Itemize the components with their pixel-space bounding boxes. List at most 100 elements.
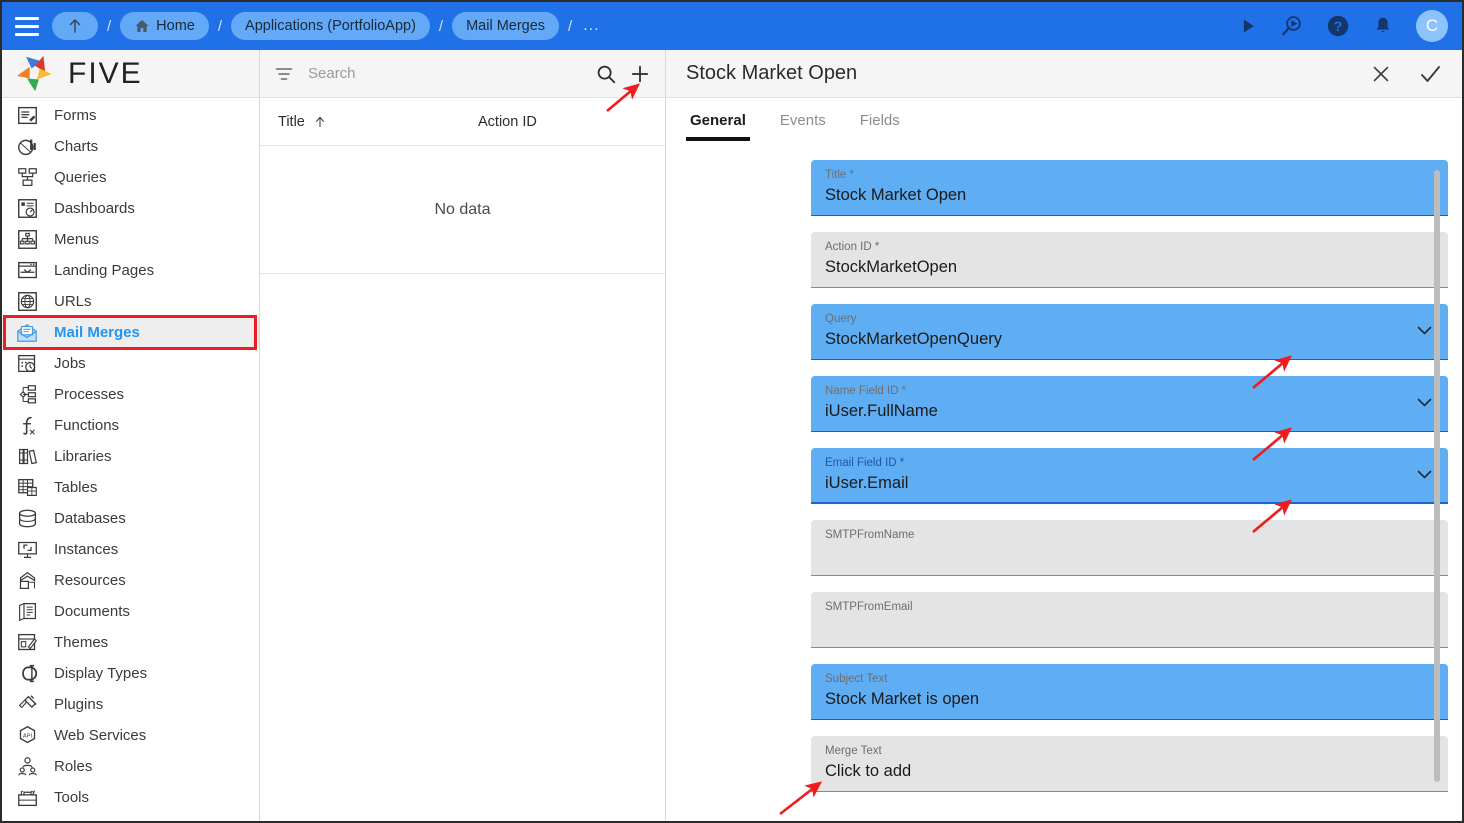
sidebar-item-display-types[interactable]: Display Types <box>2 658 259 689</box>
column-header-title[interactable]: Title <box>278 114 478 130</box>
action-id-field-value: StockMarketOpen <box>825 258 958 276</box>
tab-fields[interactable]: Fields <box>856 112 904 137</box>
detail-panel: Stock Market Open General Events Fields … <box>666 50 1462 821</box>
sidebar-item-urls[interactable]: URLs <box>2 286 259 317</box>
search-input[interactable] <box>306 64 583 83</box>
title-field-value: Stock Market Open <box>825 186 967 204</box>
list-table-header: Title Action ID <box>260 98 665 146</box>
empty-state: No data <box>260 146 665 274</box>
sidebar-item-label: Mail Merges <box>54 324 140 341</box>
charts-icon <box>14 135 40 159</box>
smtp-from-name-field[interactable]: SMTPFromName <box>811 520 1448 576</box>
sidebar-item-label: Documents <box>54 603 130 620</box>
sidebar-item-tables[interactable]: Tables <box>2 472 259 503</box>
column-header-action-id-label: Action ID <box>478 113 537 130</box>
forms-icon <box>14 104 40 128</box>
sidebar-item-charts[interactable]: Charts <box>2 131 259 162</box>
sidebar-item-web-services[interactable]: API Web Services <box>2 720 259 751</box>
sidebar-item-label: Charts <box>54 138 99 155</box>
filter-icon[interactable] <box>274 64 294 84</box>
sidebar-item-queries[interactable]: Queries <box>2 162 259 193</box>
sidebar-item-documents[interactable]: Documents <box>2 596 259 627</box>
breadcrumb-item-home[interactable]: Home <box>120 12 209 40</box>
sidebar: FIVE Forms Charts Queries Dashboards Men… <box>2 50 260 821</box>
sidebar-item-label: Themes <box>54 634 109 651</box>
sidebar-item-label: Instances <box>54 541 119 558</box>
name-field-id-value: iUser.FullName <box>825 402 938 420</box>
sidebar-item-functions[interactable]: Functions <box>2 410 259 441</box>
breadcrumb-separator: / <box>107 17 112 35</box>
name-field-id-field[interactable]: Name Field ID * iUser.FullName <box>811 376 1448 432</box>
query-field-label: Query <box>825 313 857 325</box>
documents-icon <box>14 600 40 624</box>
web-services-icon: API <box>14 724 40 748</box>
form-row-title: Title * Stock Market Open ? <box>811 160 1462 216</box>
query-field-value: StockMarketOpenQuery <box>825 330 1002 348</box>
action-id-field[interactable]: Action ID * StockMarketOpen <box>811 232 1448 288</box>
email-field-id-value: iUser.Email <box>825 474 909 492</box>
form-row-name-field-id: Name Field ID * iUser.FullName ? <box>811 376 1462 432</box>
sidebar-item-tools[interactable]: Tools <box>2 782 259 813</box>
sidebar-item-roles[interactable]: Roles <box>2 751 259 782</box>
sidebar-item-libraries[interactable]: Libraries <box>2 441 259 472</box>
detail-header-actions <box>1370 62 1442 86</box>
home-icon <box>135 20 149 32</box>
sidebar-item-databases[interactable]: Databases <box>2 503 259 534</box>
query-field[interactable]: Query StockMarketOpenQuery <box>811 304 1448 360</box>
form-row-smtp-from-email: SMTPFromEmail ? <box>811 592 1462 648</box>
app-logo[interactable]: FIVE <box>2 50 259 98</box>
form-row-subject-text: Subject Text Stock Market is open ? <box>811 664 1462 720</box>
sidebar-item-resources[interactable]: Resources <box>2 565 259 596</box>
roles-icon <box>14 755 40 779</box>
breadcrumb-item-application[interactable]: Applications (PortfolioApp) <box>231 12 430 40</box>
sidebar-item-label: Queries <box>54 169 107 186</box>
breadcrumb-overflow[interactable]: ... <box>581 17 599 35</box>
action-id-field-label: Action ID * <box>825 241 880 253</box>
merge-text-field[interactable]: Merge Text Click to add <box>811 736 1448 792</box>
close-icon[interactable] <box>1370 63 1392 85</box>
sidebar-item-mail-merges[interactable]: Mail Merges <box>2 315 259 350</box>
debug-run-icon[interactable] <box>1280 14 1304 38</box>
main-body: FIVE Forms Charts Queries Dashboards Men… <box>2 50 1462 821</box>
mail-merges-icon <box>14 321 40 345</box>
column-header-action-id[interactable]: Action ID <box>478 114 537 130</box>
sidebar-item-forms[interactable]: Forms <box>2 100 259 131</box>
run-icon[interactable] <box>1238 16 1258 36</box>
form-vertical-scrollbar[interactable] <box>1434 170 1440 782</box>
title-field[interactable]: Title * Stock Market Open <box>811 160 1448 216</box>
add-new-button[interactable] <box>629 63 651 85</box>
tables-icon <box>14 476 40 500</box>
smtp-from-email-field[interactable]: SMTPFromEmail <box>811 592 1448 648</box>
tab-events[interactable]: Events <box>776 112 830 137</box>
sidebar-item-menus[interactable]: Menus <box>2 224 259 255</box>
sidebar-item-label: Jobs <box>54 355 86 372</box>
breadcrumb-up-button[interactable] <box>52 12 98 40</box>
sidebar-item-dashboards[interactable]: Dashboards <box>2 193 259 224</box>
help-icon[interactable]: ? <box>1326 14 1350 38</box>
column-header-title-label: Title <box>278 113 305 130</box>
checkmark-icon[interactable] <box>1418 62 1442 86</box>
form-scroll-area: Title * Stock Market Open ? Action ID * … <box>666 150 1462 821</box>
breadcrumb-item-mail-merges[interactable]: Mail Merges <box>452 12 560 40</box>
subject-text-field[interactable]: Subject Text Stock Market is open <box>811 664 1448 720</box>
search-icon[interactable] <box>595 63 617 85</box>
notifications-bell-icon[interactable] <box>1372 15 1394 37</box>
sidebar-item-processes[interactable]: Processes <box>2 379 259 410</box>
sidebar-item-plugins[interactable]: Plugins <box>2 689 259 720</box>
sidebar-item-instances[interactable]: Instances <box>2 534 259 565</box>
top-bar-actions: ? C <box>1238 10 1448 42</box>
email-field-id-field[interactable]: Email Field ID * iUser.Email <box>811 448 1448 504</box>
sidebar-item-label: Forms <box>54 107 97 124</box>
breadcrumb-mail-merges-label: Mail Merges <box>466 18 546 34</box>
sidebar-nav-list: Forms Charts Queries Dashboards Menus La… <box>2 98 259 821</box>
sidebar-item-jobs[interactable]: Jobs <box>2 348 259 379</box>
name-field-id-label: Name Field ID * <box>825 385 907 397</box>
sidebar-item-label: Databases <box>54 510 126 527</box>
avatar[interactable]: C <box>1416 10 1448 42</box>
tab-events-label: Events <box>779 112 826 129</box>
hamburger-menu-icon[interactable] <box>12 13 42 39</box>
sidebar-item-themes[interactable]: Themes <box>2 627 259 658</box>
sidebar-item-landing-pages[interactable]: Landing Pages <box>2 255 259 286</box>
tab-general[interactable]: General <box>686 112 750 141</box>
sidebar-item-label: Tables <box>54 479 98 496</box>
